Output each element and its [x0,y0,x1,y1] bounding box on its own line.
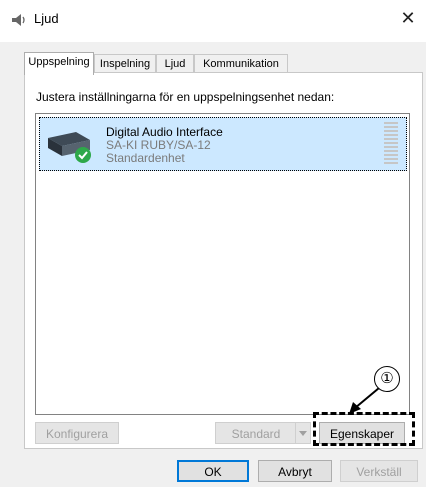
close-button[interactable]: ✕ [390,0,426,36]
device-row-digital-audio-interface[interactable]: Digital Audio Interface SA-KI RUBY/SA-12… [39,117,407,171]
device-status: Standardenhet [106,151,185,165]
apply-button[interactable]: Verkställ [340,460,418,482]
tab-kommunikation[interactable]: Kommunikation [194,54,288,74]
tab-uppspelning[interactable]: Uppspelning [24,52,94,75]
speaker-device-icon [48,132,91,163]
sound-dialog: Ljud ✕ Uppspelning Inspelning Ljud Kommu… [0,0,426,487]
title-bar: Ljud ✕ [0,0,426,42]
cancel-button[interactable]: Avbryt [258,460,332,482]
close-icon: ✕ [400,7,416,28]
instruction-text: Justera inställningarna för en uppspelni… [36,90,335,104]
playback-device-list[interactable]: Digital Audio Interface SA-KI RUBY/SA-12… [35,113,410,415]
properties-highlight-box [313,412,415,446]
set-default-button[interactable]: Standard [215,422,311,444]
ok-button[interactable]: OK [177,460,249,482]
dropdown-arrow-icon[interactable] [295,423,310,443]
configure-button[interactable]: Konfigurera [35,422,119,444]
volume-level-meter [384,122,398,166]
tab-inspelning[interactable]: Inspelning [94,54,156,74]
device-model: SA-KI RUBY/SA-12 [106,138,211,152]
callout-marker: ① [374,366,400,392]
device-name: Digital Audio Interface [106,125,223,139]
check-icon [75,147,91,163]
window-title: Ljud [34,11,59,26]
speaker-icon [12,14,25,26]
callout-arrow-icon [349,387,380,414]
tab-ljud[interactable]: Ljud [156,54,194,74]
